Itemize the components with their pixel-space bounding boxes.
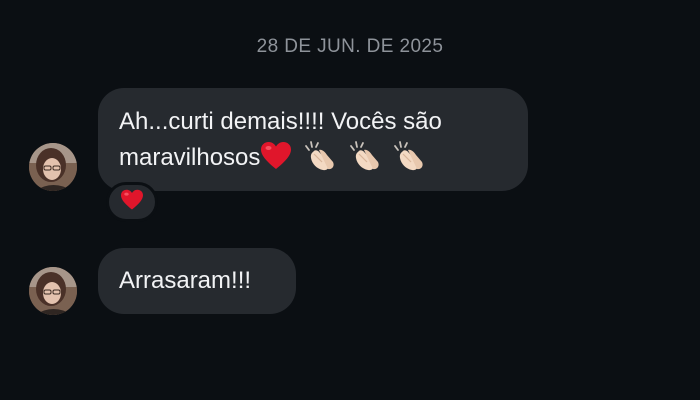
sender-avatar[interactable]	[29, 267, 77, 315]
message-text-line: maravilhosos	[119, 144, 261, 171]
message-bubble[interactable]: Ah...curti demais!!!! Vocês são maravilh…	[98, 88, 528, 191]
clapping-hands-icon	[303, 140, 339, 172]
red-heart-icon	[260, 141, 292, 171]
message-bubble[interactable]: Arrasaram!!!	[98, 248, 296, 314]
red-heart-icon	[120, 189, 144, 216]
clapping-hands-icon	[348, 140, 384, 172]
message-text-line: Ah...curti demais!!!! Vocês são	[119, 108, 442, 135]
reaction-badge[interactable]	[106, 182, 158, 222]
clapping-hands-icon	[392, 140, 428, 172]
date-separator: 28 DE JUN. DE 2025	[256, 36, 444, 57]
message-text: Arrasaram!!!	[119, 267, 252, 294]
sender-avatar[interactable]	[29, 143, 77, 191]
